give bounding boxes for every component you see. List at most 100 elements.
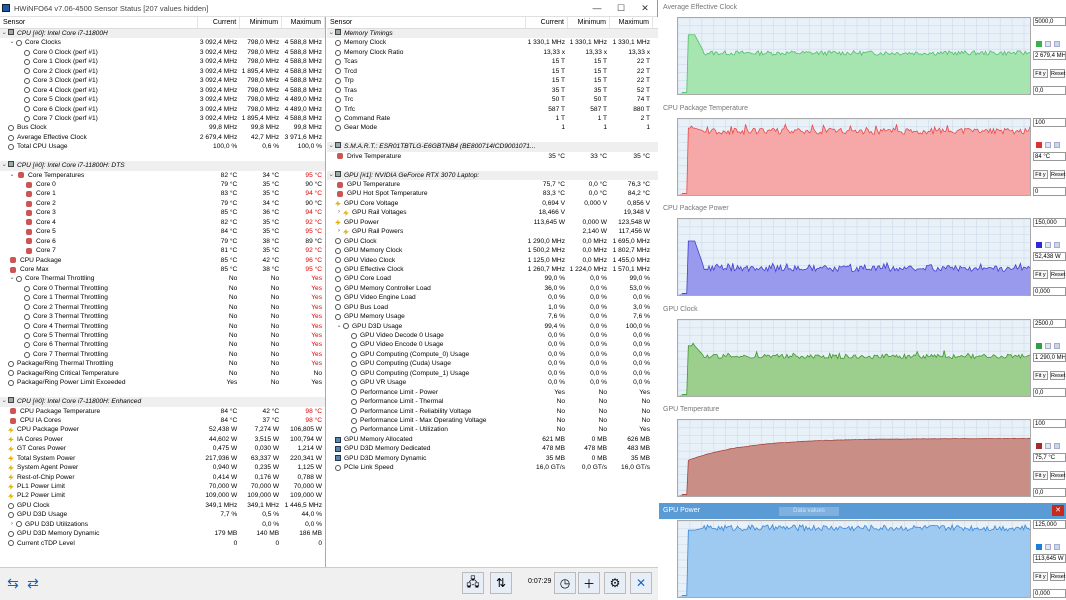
col-maximum-header[interactable]: Maximum [610, 17, 653, 28]
sensor-row[interactable]: GPU Clock 1 290,0 MHz 0,0 MHz 1 695,0 MHz [327, 237, 658, 246]
arrows-left-icon[interactable]: ⇆ [2, 572, 24, 594]
sensor-row[interactable]: Rest-of-Chip Power 0,414 W 0,176 W 0,788 W [0, 473, 325, 482]
sensor-row[interactable]: Memory Clock Ratio 13,33 x 13,33 x 13,33 x [327, 48, 658, 57]
graph-max-value[interactable]: 125,000 [1033, 519, 1066, 529]
graph-min-value[interactable]: 0,000 [1033, 588, 1066, 598]
sensor-row[interactable]: Core 0 Thermal Throttling No No Yes [0, 284, 325, 293]
sensor-row[interactable]: Core 0 Clock (perf #1) 3 092,4 MHz 798,0 M… [0, 48, 325, 57]
sensor-row[interactable]: Core 4 82 °C 35 °C 92 °C [0, 218, 325, 227]
sensor-group-header[interactable]: ⌄ CPU [#0]: Intel Core i7-11800H [0, 29, 325, 39]
title-bar[interactable]: HWiNFO64 v7.06-4500 Sensor Status [207 v… [0, 0, 657, 17]
sensor-row[interactable]: GPU Memory Allocated 621 MB 0 MB 626 MB [327, 435, 658, 444]
graph-min-value[interactable]: 0,0 [1033, 488, 1066, 497]
graph-title-bar[interactable] [659, 301, 1066, 318]
sensor-row[interactable]: Core 7 Thermal Throttling No No Yes [0, 350, 325, 359]
series-color-alt[interactable] [1054, 141, 1060, 148]
graph-min-value[interactable]: 0,0 [1033, 86, 1066, 95]
sensor-row[interactable]: Total System Power 217,936 W 63,337 W 220,3… [0, 454, 325, 463]
fit-y-button[interactable]: Fit y [1033, 571, 1048, 581]
settings-gear-icon[interactable]: ⚙ [604, 572, 626, 594]
sensor-row[interactable]: GPU D3D Memory Dynamic 35 MB 0 MB 35 MB [327, 454, 658, 463]
sensor-row[interactable]: Core 2 Thermal Throttling No No Yes [0, 303, 325, 312]
series-color-alt[interactable] [1045, 242, 1051, 248]
sensor-row[interactable]: › GPU D3D Utilizations 0,0 % 0,0 % [0, 520, 325, 529]
sensor-row[interactable]: Core 3 Thermal Throttling No No Yes [0, 312, 325, 321]
chevron-down-icon[interactable]: ⌄ [0, 397, 8, 406]
graph-max-value[interactable]: 5000,0 [1033, 17, 1066, 26]
sensor-row[interactable]: Tras 35 T 35 T 52 T [327, 86, 658, 95]
sensor-row[interactable]: Command Rate 1 T 1 T 2 T [327, 114, 658, 123]
sensor-row[interactable]: PL2 Power Limit 109,000 W 109,000 W 109,000… [0, 491, 325, 500]
sensor-row[interactable]: GPU D3D Memory Dynamic 179 MB 140 MB 186 MB [0, 529, 325, 538]
col-minimum-header[interactable]: Minimum [568, 17, 610, 28]
sensor-row[interactable]: Core 4 Thermal Throttling No No Yes [0, 322, 325, 331]
chevron-down-icon[interactable]: ⌄ [0, 29, 8, 38]
series-color-alt[interactable] [1045, 443, 1051, 449]
sensor-row[interactable]: IA Cores Power 44,602 W 3,515 W 100,794 W [0, 435, 325, 444]
sensor-row[interactable]: Package/Ring Critical Temperature No No No [0, 369, 325, 378]
series-color-alt[interactable] [1054, 342, 1060, 349]
sensor-row[interactable]: GPU Video Engine Load 0,0 % 0,0 % 0,0 % [327, 293, 658, 302]
sensor-row[interactable]: Trcd 15 T 15 T 22 T [327, 67, 658, 76]
series-color-swatch[interactable] [1036, 141, 1042, 148]
reset-button[interactable]: Reset [1050, 571, 1065, 581]
sensor-row[interactable]: ⌄ GPU D3D Usage 99,4 % 0,0 % 100,0 % [327, 322, 658, 331]
sensor-row[interactable]: Average Effective Clock 2 679,4 MHz 42,7 M… [0, 133, 325, 142]
sensor-row[interactable]: GPU Clock 349,1 MHz 349,1 MHz 1 446,5 MHz [0, 501, 325, 510]
sensor-row[interactable]: CPU IA Cores 84 °C 37 °C 98 °C [0, 416, 325, 425]
sensor-row[interactable]: GPU Core Load 99,0 % 0,0 % 99,0 % [327, 274, 658, 283]
chevron-down-icon[interactable]: ⌄ [8, 274, 16, 283]
sensor-row[interactable]: PL1 Power Limit 70,000 W 70,000 W 70,000 W [0, 482, 325, 491]
chevron-right-icon[interactable]: › [335, 208, 343, 217]
reset-button[interactable]: Reset [1050, 370, 1065, 380]
maximize-button[interactable]: ☐ [609, 0, 633, 17]
sensor-row[interactable]: Performance Limit - Utilization No No Yes [327, 425, 658, 434]
sensor-row[interactable]: GPU Computing (Compute_1) Usage 0,0 % 0,0 … [327, 369, 658, 378]
sensor-list-right[interactable]: Sensor Current Minimum Maximum ⌄ Memory T… [327, 17, 658, 567]
chevron-right-icon[interactable]: › [8, 520, 16, 529]
sensor-group-header[interactable]: ⌄ CPU [#0]: Intel Core i7-11800H: Enhance… [0, 397, 325, 407]
col-minimum-header[interactable]: Minimum [240, 17, 283, 28]
sensor-row[interactable]: GPU D3D Usage 7,7 % 0,5 % 44,0 % [0, 510, 325, 519]
series-color-alt[interactable] [1054, 443, 1060, 449]
sensor-row[interactable]: GPU VR Usage 0,0 % 0,0 % 0,0 % [327, 378, 658, 387]
arrows-right-icon[interactable]: ⇄ [22, 572, 44, 594]
sensor-row[interactable]: GPU Temperature 75,7 °C 0,0 °C 76,3 °C [327, 180, 658, 189]
sensor-row[interactable]: ⌄ Core Clocks 3 092,4 MHz 798,0 MHz 4 588,8 … [0, 38, 325, 47]
sensor-row[interactable]: Core 7 Clock (perf #1) 3 092,4 MHz 1 895,4… [0, 114, 325, 123]
col-sensor-header[interactable]: Sensor [327, 17, 526, 28]
sensor-row[interactable]: GPU Computing (Cuda) Usage 0,0 % 0,0 % 0,0 … [327, 359, 658, 368]
sensor-row[interactable]: ⌄ Core Thermal Throttling No No Yes [0, 274, 325, 283]
sensor-row[interactable]: Core 7 81 °C 35 °C 92 °C [0, 246, 325, 255]
sensor-row[interactable]: Core 3 85 °C 36 °C 94 °C [0, 208, 325, 217]
sensor-row[interactable]: GPU Video Clock 1 125,0 MHz 0,0 MHz 1 455,0… [327, 256, 658, 265]
col-current-header[interactable]: Current [526, 17, 568, 28]
sensor-row[interactable]: ⌄ Core Temperatures 82 °C 34 °C 95 °C [0, 171, 325, 180]
sensor-row[interactable]: GPU Video Decode 0 Usage 0,0 % 0,0 % 0,0 % [327, 331, 658, 340]
chevron-down-icon[interactable]: ⌄ [0, 161, 8, 170]
graph-plot-area[interactable] [677, 117, 1031, 196]
sensor-row[interactable]: Memory Clock 1 330,1 MHz 1 330,1 MHz 1 330,… [327, 38, 658, 47]
series-color-swatch[interactable] [1036, 443, 1042, 449]
series-color-swatch[interactable] [1036, 543, 1042, 550]
close-sensors-icon[interactable]: ✕ [630, 572, 652, 594]
sensor-row[interactable]: CPU Package Temperature 84 °C 42 °C 98 °C [0, 407, 325, 416]
sensor-row[interactable]: PCIe Link Speed 16,0 GT/s 0,0 GT/s 16,0 GT/… [327, 463, 658, 472]
sensor-row[interactable]: Performance Limit - Thermal No No No [327, 397, 658, 406]
clock-reset-icon[interactable]: ◷ [554, 572, 576, 594]
graph-title-bar[interactable] [659, 502, 1066, 519]
series-color-alt[interactable] [1045, 543, 1051, 550]
sensor-row[interactable]: GPU Power 113,645 W 0,000 W 123,548 W [327, 218, 658, 227]
graph-plot-area[interactable] [677, 419, 1031, 497]
sensor-group-header[interactable]: ⌄ GPU [#1]: NVIDIA GeForce RTX 3070 Lapto… [327, 170, 658, 180]
sensor-row[interactable]: Gear Mode 1 1 1 [327, 123, 658, 132]
fit-y-button[interactable]: Fit y [1033, 370, 1048, 380]
sensor-row[interactable]: Core 1 Thermal Throttling No No Yes [0, 293, 325, 302]
sensor-row[interactable]: GPU Computing (Compute_0) Usage 0,0 % 0,0 … [327, 350, 658, 359]
sensor-row[interactable]: Drive Temperature 35 °C 33 °C 35 °C [327, 152, 658, 161]
sensor-graph[interactable]: CPU Package Power 150,000 52,438 W Fit y Res… [659, 201, 1066, 302]
reset-button[interactable]: Reset [1050, 69, 1065, 78]
sensor-row[interactable]: GPU D3D Memory Dedicated 478 MB 478 MB 483 … [327, 444, 658, 453]
chevron-right-icon[interactable]: › [335, 227, 343, 236]
series-color-alt[interactable] [1045, 141, 1051, 148]
